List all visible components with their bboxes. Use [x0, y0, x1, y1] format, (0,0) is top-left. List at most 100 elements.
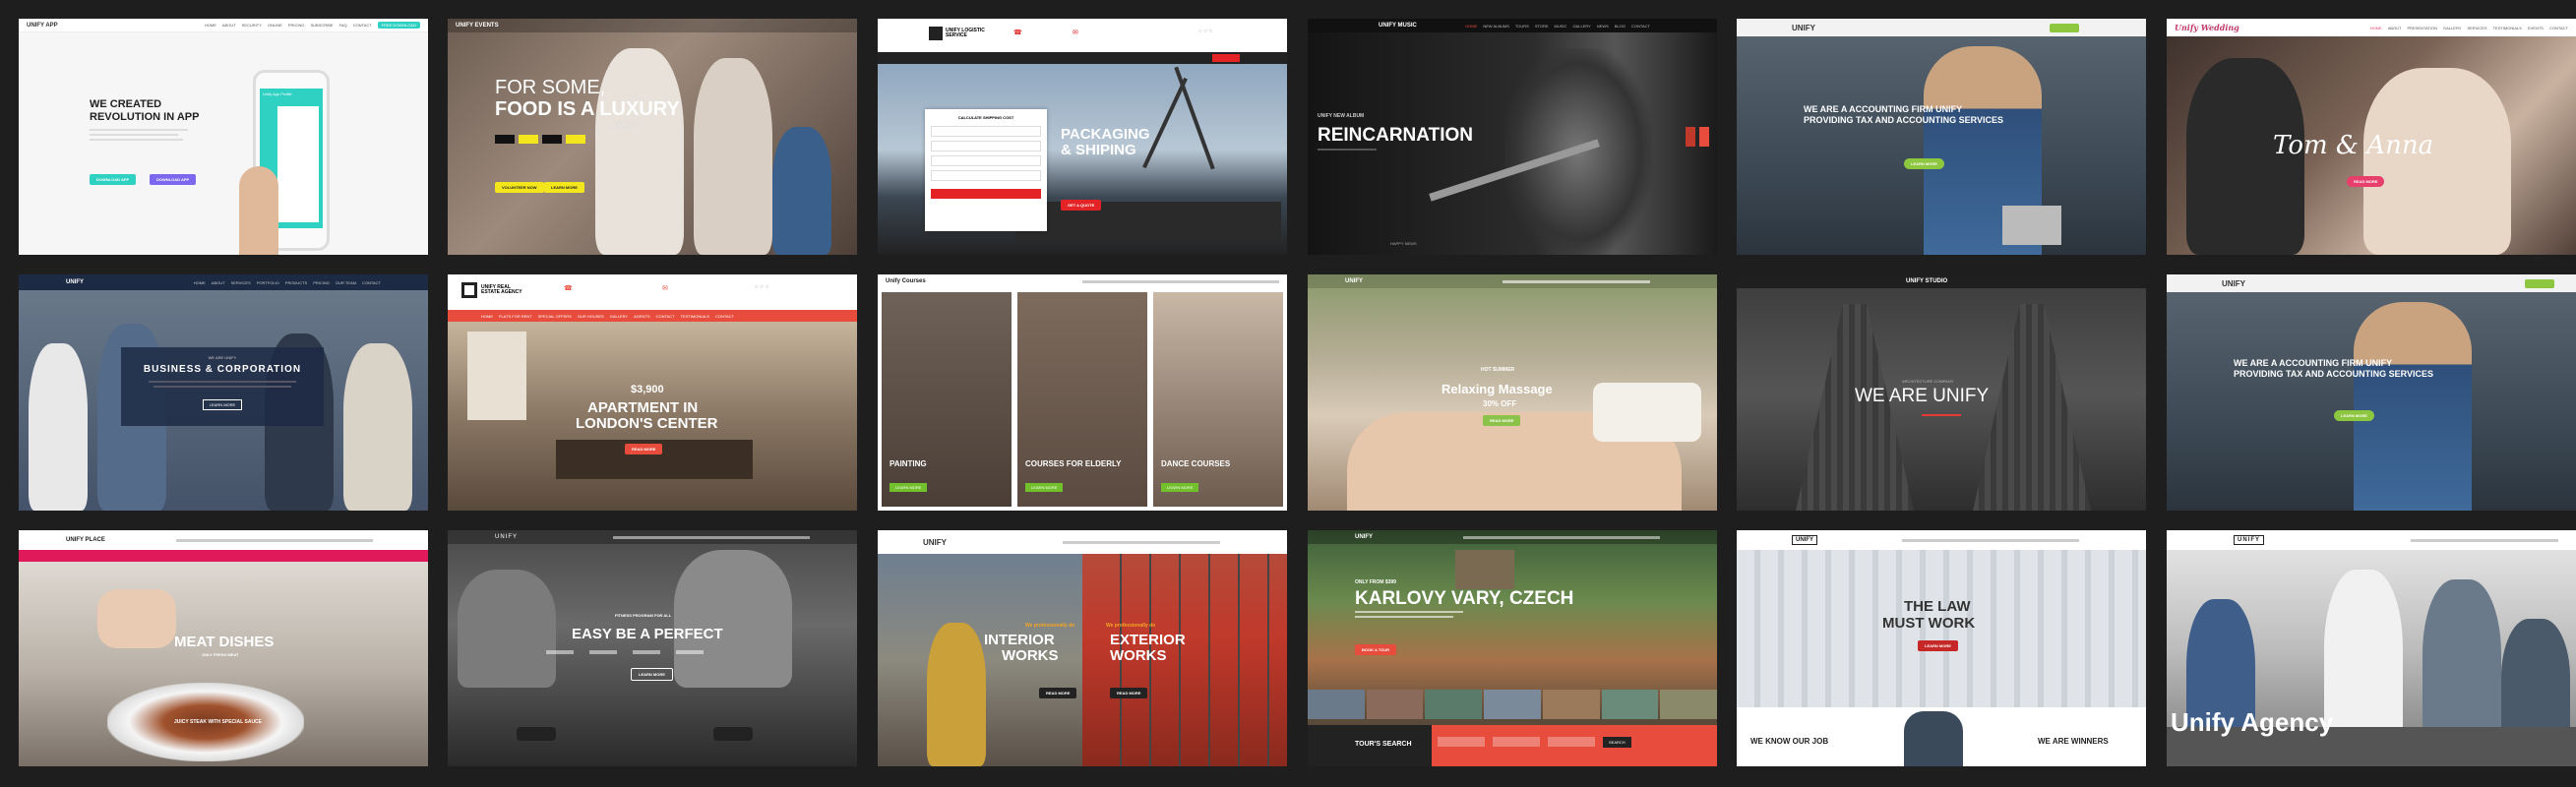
template-preview-accounting-2[interactable]: UNIFY WE ARE A ACCOUNTING FIRM UNIFY PRO…: [2167, 274, 2576, 511]
get-quote-button[interactable]: GET A QUOTE: [1061, 200, 1102, 211]
tour-thumbnail[interactable]: [1601, 690, 1659, 719]
nav-contact[interactable]: CONTACT: [362, 280, 381, 285]
nav-online[interactable]: ONLINE: [268, 23, 282, 28]
template-preview-agency[interactable]: UNIFY Unify Agency: [2167, 530, 2576, 766]
construction-logo[interactable]: UNIFY: [923, 538, 947, 547]
template-preview-food[interactable]: UNIFY EVENTS FOR SOME, FOOD IS A LUXURY …: [448, 19, 857, 255]
nav-contact[interactable]: CONTACT: [353, 23, 372, 28]
tour-thumbnail[interactable]: [1542, 690, 1600, 719]
accounting-cta-button[interactable]: [2050, 23, 2079, 32]
course-card[interactable]: PAINTING LEARN MORE: [882, 292, 1012, 507]
nav-pricing[interactable]: PRICING: [313, 280, 330, 285]
course-card-button[interactable]: LEARN MORE: [1161, 483, 1199, 492]
realestate-read-more-button[interactable]: READ MORE: [625, 444, 663, 454]
business-logo[interactable]: UNIFY: [66, 279, 84, 285]
spa-logo[interactable]: UNIFY: [1345, 278, 1363, 284]
nav-security[interactable]: SECURITY: [242, 23, 262, 28]
social-icons[interactable]: ○ ○ ○: [1198, 29, 1212, 34]
tour-thumbnail[interactable]: [1660, 690, 1717, 719]
course-card[interactable]: DANCE COURSES LEARN MORE: [1153, 292, 1283, 507]
nav-portfolio[interactable]: PORTFOLIO: [257, 280, 279, 285]
wedding-logo[interactable]: Unify Wedding: [2175, 23, 2239, 32]
calculate-button[interactable]: [931, 189, 1041, 199]
tour-search-field[interactable]: [1438, 737, 1485, 747]
accounting-logo[interactable]: UNIFY: [1792, 24, 1815, 32]
nav-services[interactable]: SERVICES: [2467, 26, 2486, 30]
free-download-button[interactable]: FREE DOWNLOAD: [377, 22, 420, 29]
course-card-button[interactable]: LEARN MORE: [889, 483, 928, 492]
nav-gallery[interactable]: GALLERY: [2443, 26, 2461, 30]
spa-read-more-button[interactable]: READ MORE: [1483, 415, 1521, 426]
nav-faq[interactable]: FAQ: [339, 23, 347, 28]
nav-blog[interactable]: BLOG: [1615, 24, 1625, 29]
nav-about[interactable]: ABOUT: [222, 23, 236, 28]
nav-store[interactable]: STORE: [1535, 24, 1549, 29]
nav-contact[interactable]: CONTACT: [656, 314, 675, 319]
form-field[interactable]: [931, 155, 1041, 166]
restaurant-logo[interactable]: UNIFY PLACE: [66, 537, 105, 543]
template-preview-law[interactable]: UNIFY THE LAW MUST WORK LEARN MORE WE KN…: [1737, 530, 2146, 766]
form-field[interactable]: [931, 170, 1041, 181]
wedding-read-more-button[interactable]: READ MORE: [2347, 176, 2385, 187]
get-quote-nav-button[interactable]: [1212, 54, 1240, 62]
nav-events[interactable]: EVENTS: [2528, 26, 2544, 30]
nav-our-houses[interactable]: OUR HOUSES: [578, 314, 604, 319]
agency-logo[interactable]: UNIFY: [2234, 535, 2264, 545]
course-card[interactable]: COURSES FOR ELDERLY LEARN MORE: [1017, 292, 1147, 507]
nav-special-offers[interactable]: SPECIAL OFFERS: [538, 314, 572, 319]
template-preview-business[interactable]: UNIFY HOME ABOUT SERVICES PORTFOLIO PROD…: [19, 274, 428, 511]
tour-search-field[interactable]: [1548, 737, 1595, 747]
template-preview-travel[interactable]: UNIFY ONLY FROM $399 KARLOVY VARY, CZECH…: [1308, 530, 1717, 766]
logistic-logo[interactable]: UNIFY LOGISTIC SERVICE: [929, 27, 989, 40]
nav-contact[interactable]: CONTACT: [1631, 24, 1650, 29]
realestate-logo[interactable]: UNIFY REAL ESTATE AGENCY: [461, 282, 530, 298]
fitness-nav-links[interactable]: [613, 535, 810, 539]
template-preview-accounting-1[interactable]: UNIFY WE ARE A ACCOUNTING FIRM UNIFY PRO…: [1737, 19, 2146, 255]
tour-thumbnail[interactable]: [1308, 690, 1365, 719]
nav-news[interactable]: NEWS: [1597, 24, 1609, 29]
nav-gallery[interactable]: GALLERY: [610, 314, 628, 319]
studio-logo[interactable]: UNIFY STUDIO: [1906, 278, 1947, 284]
agency-nav-links[interactable]: [2411, 538, 2558, 542]
volunteer-now-button[interactable]: VOLUNTEER NOW: [495, 182, 544, 193]
book-a-tour-button[interactable]: BOOK A TOUR: [1355, 644, 1397, 655]
social-icons[interactable]: ○ ○ ○: [755, 284, 768, 290]
food-learn-more-button[interactable]: LEARN MORE: [544, 182, 584, 193]
template-preview-realestate[interactable]: UNIFY REAL ESTATE AGENCY ☎ ✉ ○ ○ ○ HOME …: [448, 274, 857, 511]
nav-our-team[interactable]: OUR TEAM: [336, 280, 356, 285]
food-logo[interactable]: UNIFY EVENTS: [456, 23, 499, 29]
accounting1-learn-more-button[interactable]: LEARN MORE: [1904, 158, 1944, 169]
law-learn-more-button[interactable]: LEARN MORE: [1918, 640, 1958, 651]
nav-new-albums[interactable]: NEW ALBUMS: [1483, 24, 1509, 29]
nav-testimonials[interactable]: TESTIMONIALS: [681, 314, 709, 319]
accounting2-learn-more-button[interactable]: LEARN MORE: [2334, 410, 2374, 421]
nav-music[interactable]: MUSIC: [1555, 24, 1567, 29]
nav-services[interactable]: SERVICES: [231, 280, 251, 285]
form-field[interactable]: [931, 126, 1041, 137]
nav-home[interactable]: HOME: [2370, 26, 2382, 30]
courses-nav-links[interactable]: [1082, 279, 1279, 283]
template-preview-spa[interactable]: UNIFY HOT SUMMER Relaxing Massage 30% OF…: [1308, 274, 1717, 511]
tour-search-field[interactable]: [1493, 737, 1540, 747]
tour-thumbnail[interactable]: [1484, 690, 1541, 719]
tour-thumbnail[interactable]: [1425, 690, 1483, 719]
spa-nav-links[interactable]: [1503, 279, 1650, 283]
tour-search-button[interactable]: SEARCH: [1603, 737, 1631, 748]
slider-next-arrow[interactable]: [1686, 127, 1695, 147]
accounting2-logo[interactable]: UNIFY: [2222, 279, 2245, 288]
law-nav-links[interactable]: [1902, 538, 2079, 542]
template-preview-restaurant[interactable]: UNIFY PLACE MEAT DISHES ONLY FRESH MEAT …: [19, 530, 428, 766]
nav-pricing[interactable]: PRICING: [288, 23, 305, 28]
nav-contact-2[interactable]: CONTACT: [715, 314, 734, 319]
template-preview-logistic[interactable]: UNIFY LOGISTIC SERVICE ☎ ✉ ○ ○ ○ CALCULA…: [878, 19, 1287, 255]
exterior-read-more-button[interactable]: READ MORE: [1110, 688, 1148, 698]
nav-gallery[interactable]: GALLERY: [1572, 24, 1590, 29]
template-preview-courses[interactable]: Unify Courses PAINTING LEARN MORE COURSE…: [878, 274, 1287, 511]
nav-home[interactable]: HOME: [1465, 24, 1477, 29]
nav-testimonials[interactable]: TESTIMONIALS: [2493, 26, 2522, 30]
business-learn-more-button[interactable]: LEARN MORE: [202, 399, 243, 410]
law-logo[interactable]: UNIFY: [1792, 535, 1817, 545]
nav-home[interactable]: HOME: [481, 314, 493, 319]
template-preview-wedding[interactable]: Unify Wedding HOME ABOUT PRESENTATION GA…: [2167, 19, 2576, 255]
nav-presentation[interactable]: PRESENTATION: [2408, 26, 2438, 30]
